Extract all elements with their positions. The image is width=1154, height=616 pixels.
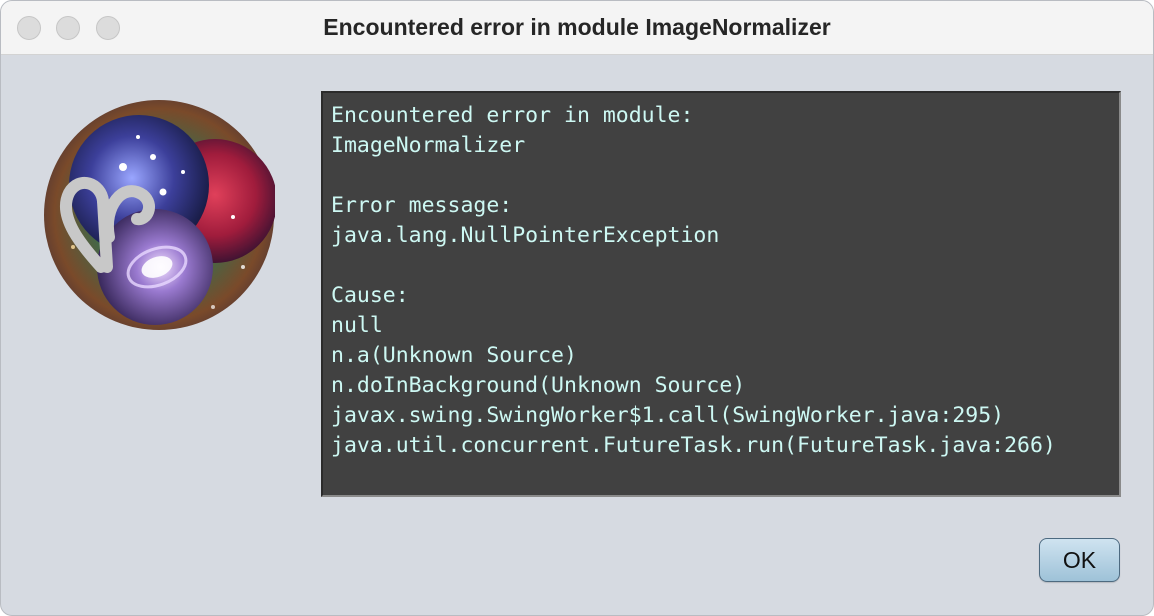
console-line: Error message: <box>331 193 513 218</box>
console-line: n.doInBackground(Unknown Source) <box>331 373 746 398</box>
title-bar[interactable]: Encountered error in module ImageNormali… <box>1 1 1153 55</box>
console-line: ImageNormalizer <box>331 133 526 158</box>
error-dialog-window: Encountered error in module ImageNormali… <box>0 0 1154 616</box>
console-line: Cause: <box>331 283 409 308</box>
console-line: java.util.concurrent.FutureTask.run(Futu… <box>331 433 1056 458</box>
console-line: null <box>331 313 383 338</box>
error-details-text-area[interactable]: Encountered error in module: ImageNormal… <box>321 91 1121 497</box>
console-line: java.lang.NullPointerException <box>331 223 720 248</box>
console-line: Encountered error in module: <box>331 103 694 128</box>
window-title: Encountered error in module ImageNormali… <box>323 14 831 40</box>
console-line: javax.swing.SwingWorker$1.call(SwingWork… <box>331 403 1005 428</box>
aries-nebula-logo-icon <box>43 97 277 333</box>
ok-button[interactable]: OK <box>1039 538 1120 582</box>
console-line: n.a(Unknown Source) <box>331 343 577 368</box>
